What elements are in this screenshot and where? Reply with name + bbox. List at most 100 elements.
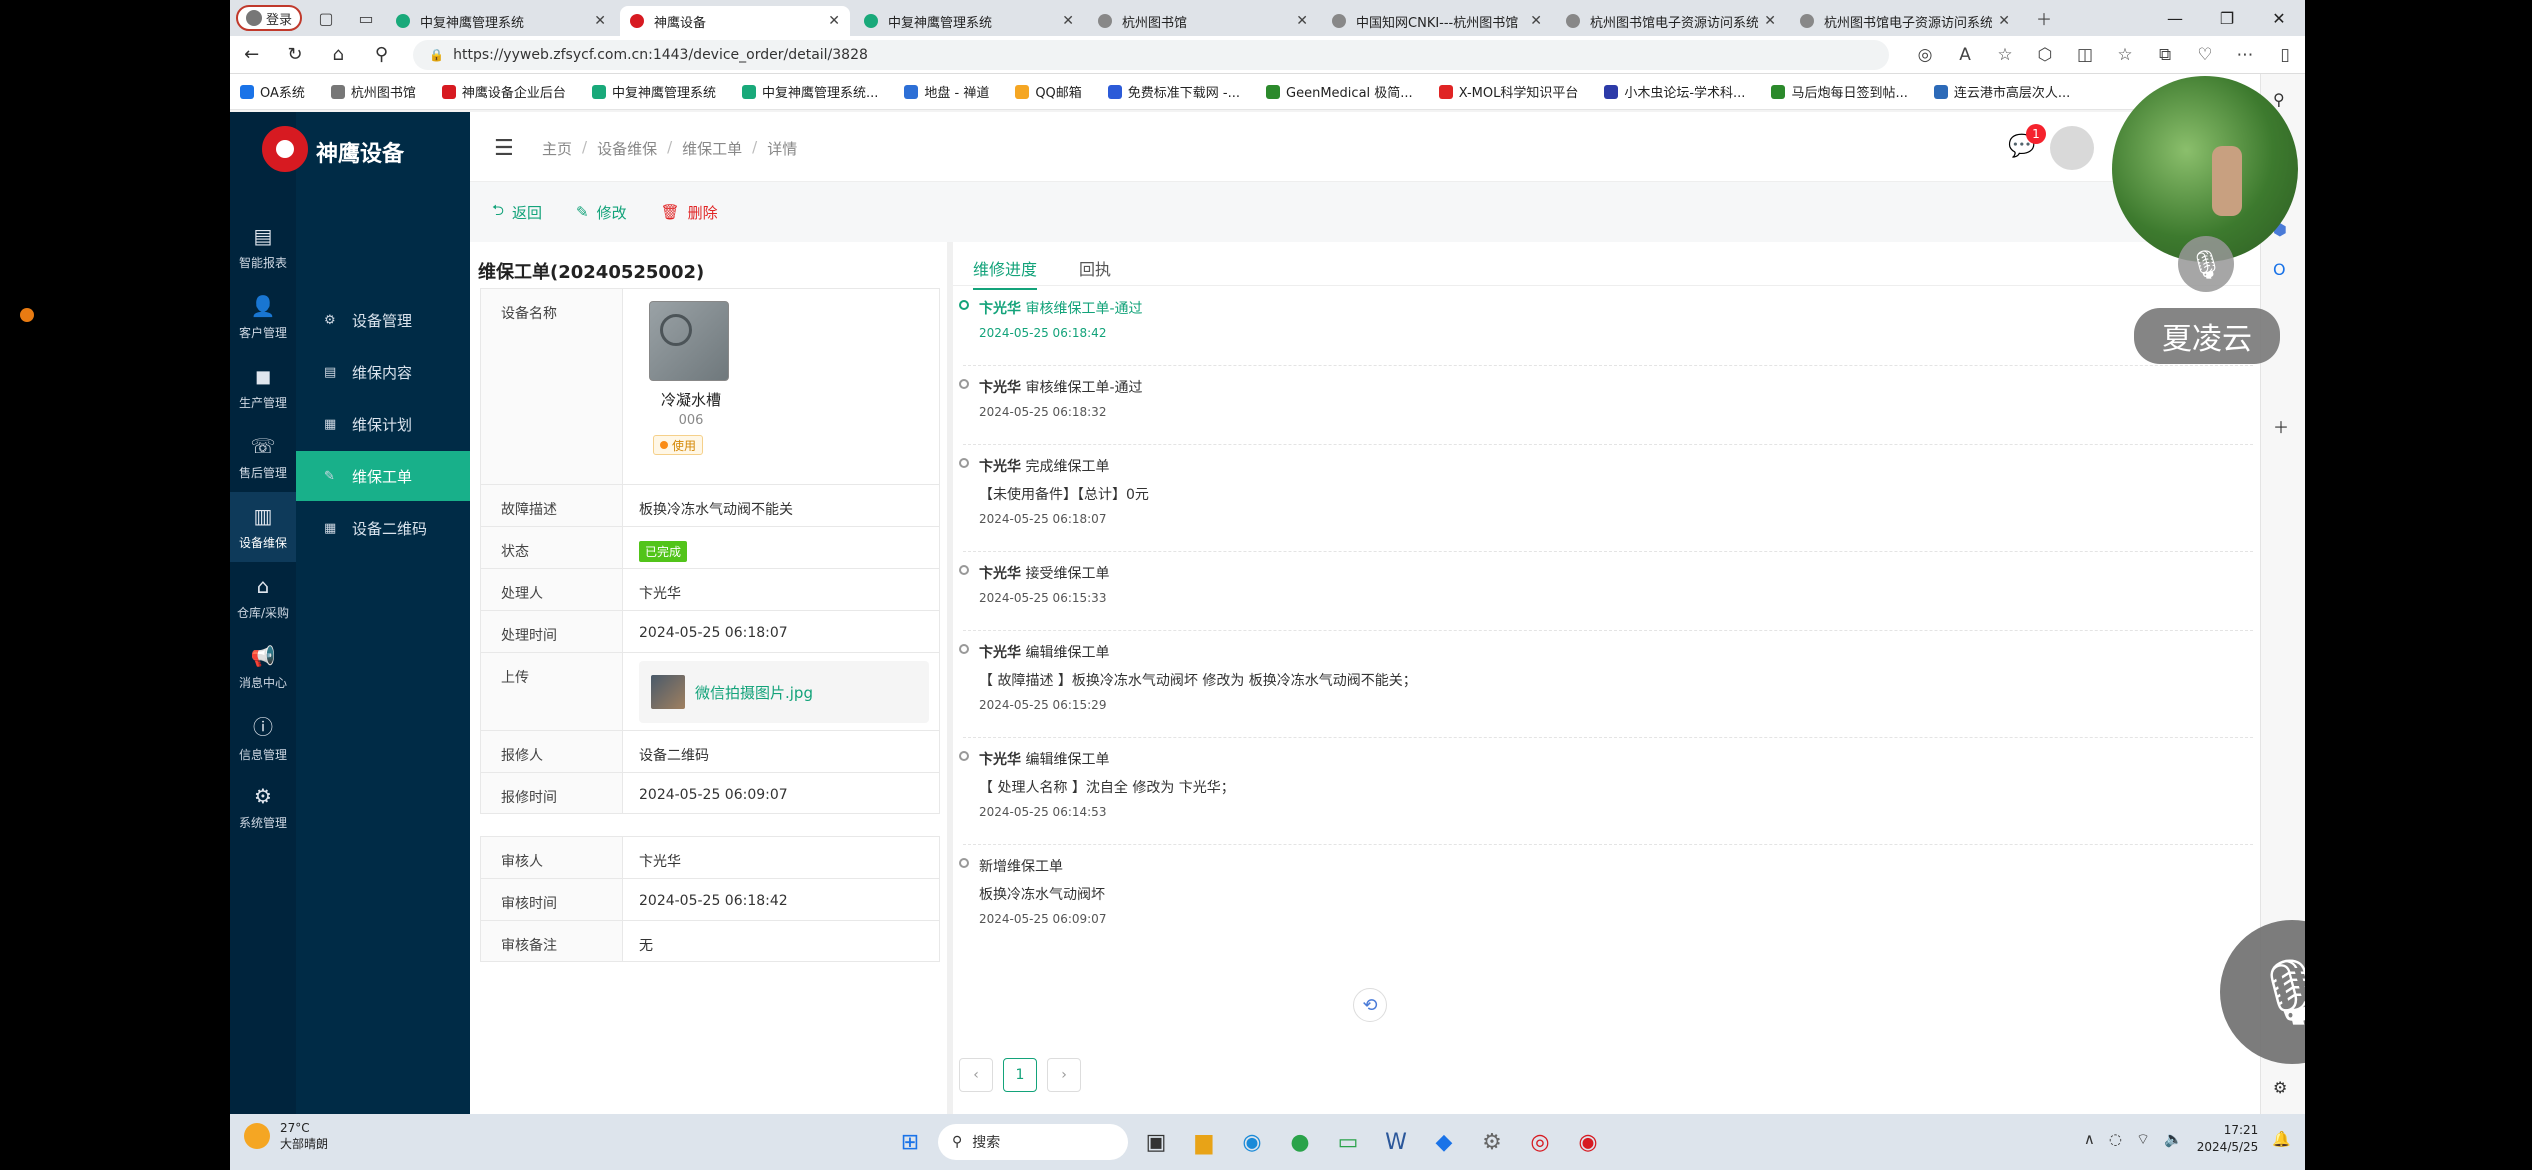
sidebar-settings-icon[interactable]: ⚙: [2273, 1078, 2287, 1097]
refresh-icon[interactable]: ⟲: [1353, 988, 1387, 1022]
rail-item[interactable]: ⚙ 系统管理: [230, 772, 296, 842]
rail-item[interactable]: ▤ 智能报表: [230, 212, 296, 282]
file-explorer-icon[interactable]: ▆: [1184, 1122, 1224, 1162]
tab-actions-icon[interactable]: ▭: [350, 5, 382, 31]
favorite-star-icon[interactable]: ☆: [1985, 45, 2025, 65]
avatar[interactable]: [2050, 126, 2094, 170]
minimize-icon[interactable]: —: [2149, 0, 2201, 36]
submenu-item[interactable]: ✎ 维保工单: [296, 451, 470, 501]
notification-bell-icon[interactable]: 🔔: [2272, 1130, 2291, 1148]
workspaces-icon[interactable]: ▢: [310, 5, 342, 31]
weather-widget[interactable]: 27°C 大部晴朗: [244, 1120, 328, 1152]
browser-tab[interactable]: 杭州图书馆 ✕: [1088, 6, 1318, 36]
file-name-link[interactable]: 微信拍摄图片.jpg: [695, 682, 813, 703]
rail-item[interactable]: ▥ 设备维保: [230, 492, 296, 562]
menu-fold-icon[interactable]: ☰: [494, 136, 514, 161]
clock[interactable]: 17:21 2024/5/25: [2197, 1122, 2259, 1156]
wifi-icon[interactable]: ⌔: [2136, 1130, 2150, 1149]
device-image[interactable]: [649, 301, 729, 381]
chevron-up-icon[interactable]: ∧: [2084, 1130, 2095, 1148]
submenu-item[interactable]: ▦ 维保计划: [296, 399, 470, 449]
network-icon[interactable]: ◌: [2109, 1130, 2122, 1148]
rail-item[interactable]: 📢 消息中心: [230, 632, 296, 702]
browser-tab[interactable]: 杭州图书馆电子资源访问系统 ✕: [1556, 6, 1786, 36]
back-button[interactable]: ⮌ 返回: [492, 200, 542, 225]
prev-page-button[interactable]: ‹: [959, 1058, 993, 1092]
submenu-item[interactable]: ▤ 维保内容: [296, 347, 470, 397]
wechat-icon[interactable]: ●: [1280, 1122, 1320, 1162]
volume-icon[interactable]: 🔈: [2164, 1130, 2183, 1148]
performance-icon[interactable]: ♡: [2185, 45, 2225, 65]
browser-tab[interactable]: 中复神鹰管理系统 ✕: [386, 6, 616, 36]
restore-icon[interactable]: ❐: [2201, 0, 2253, 36]
sidebar-toggle-icon[interactable]: ▯: [2265, 45, 2305, 65]
monitor-icon[interactable]: ▭: [1328, 1122, 1368, 1162]
add-sidebar-icon[interactable]: ＋: [2273, 414, 2289, 438]
word-icon[interactable]: W: [1376, 1122, 1416, 1162]
taskbar-search[interactable]: ⚲ 搜索: [938, 1124, 1128, 1160]
browser-tab[interactable]: 杭州图书馆电子资源访问系统 ✕: [1790, 6, 2020, 36]
app-red-icon[interactable]: ◎: [1520, 1122, 1560, 1162]
browser-tab[interactable]: 中复神鹰管理系统 ✕: [854, 6, 1084, 36]
tab-close-icon[interactable]: ✕: [1530, 13, 1542, 29]
more-icon[interactable]: ⋯: [2225, 45, 2265, 65]
tab-close-icon[interactable]: ✕: [1998, 13, 2010, 29]
bookmark-item[interactable]: 马后炮每日签到帖...: [1771, 82, 1908, 101]
breadcrumb-item[interactable]: 维保工单: [682, 138, 742, 159]
url-field[interactable]: https://yyweb.zfsycf.com.cn:1443/device_…: [413, 39, 1890, 70]
tab-close-icon[interactable]: ✕: [1062, 13, 1074, 29]
tab-close-icon[interactable]: ✕: [1296, 13, 1308, 29]
submenu-item[interactable]: ▦ 设备二维码: [296, 503, 470, 553]
edge-icon[interactable]: ◉: [1232, 1122, 1272, 1162]
tab-close-icon[interactable]: ✕: [1764, 13, 1776, 29]
tab-close-icon[interactable]: ✕: [594, 13, 606, 29]
bookmark-item[interactable]: 小木虫论坛-学术科...: [1604, 82, 1745, 101]
bookmark-item[interactable]: 杭州图书馆: [330, 82, 416, 101]
next-page-button[interactable]: ›: [1047, 1058, 1081, 1092]
submenu-item[interactable]: ⚙ 设备管理: [296, 295, 470, 345]
read-aloud-icon[interactable]: A: [1945, 45, 1985, 65]
page-number[interactable]: 1: [1003, 1058, 1037, 1092]
edit-button[interactable]: ✎ 修改: [576, 202, 627, 223]
task-view-icon[interactable]: ▣: [1136, 1122, 1176, 1162]
app-icon[interactable]: ◆: [1424, 1122, 1464, 1162]
bookmark-item[interactable]: 连云港市高层次人...: [1933, 82, 2070, 101]
outlook-icon[interactable]: O: [2273, 260, 2286, 279]
mic-icon[interactable]: 🎙: [2178, 236, 2234, 292]
back-icon[interactable]: ←: [230, 39, 273, 71]
sidebar-search-icon[interactable]: ⚲: [2273, 90, 2285, 109]
bookmark-item[interactable]: 免费标准下载网 -...: [1107, 82, 1240, 101]
tab-progress[interactable]: 维修进度: [973, 256, 1038, 290]
settings-icon[interactable]: ⚙: [1472, 1122, 1512, 1162]
search-icon[interactable]: ⚲: [360, 39, 403, 71]
extensions-icon[interactable]: ⬡: [2025, 45, 2065, 65]
breadcrumb-item[interactable]: 主页: [542, 138, 572, 159]
location-icon[interactable]: ◎: [1905, 45, 1945, 65]
split-screen-icon[interactable]: ◫: [2065, 45, 2105, 65]
bookmark-item[interactable]: OA系统: [240, 82, 305, 101]
home-icon[interactable]: ⌂: [317, 39, 360, 71]
rail-item[interactable]: ☏ 售后管理: [230, 422, 296, 492]
delete-button[interactable]: 🗑 删除: [661, 202, 718, 223]
bookmark-item[interactable]: 中复神鹰管理系统...: [741, 82, 878, 101]
close-window-icon[interactable]: ✕: [2253, 0, 2305, 36]
new-tab-icon[interactable]: ＋: [2028, 5, 2060, 31]
bookmark-item[interactable]: 神鹰设备企业后台: [441, 82, 566, 101]
app-red2-icon[interactable]: ◉: [1568, 1122, 1608, 1162]
bookmark-item[interactable]: 地盘 - 禅道: [904, 82, 989, 101]
file-attachment[interactable]: 微信拍摄图片.jpg: [639, 661, 929, 723]
rail-item[interactable]: 👤 客户管理: [230, 282, 296, 352]
bookmark-item[interactable]: QQ邮箱: [1015, 82, 1082, 101]
tab-close-icon[interactable]: ✕: [828, 13, 840, 29]
bookmark-item[interactable]: X-MOL科学知识平台: [1438, 82, 1578, 101]
profile-button[interactable]: 登录: [236, 5, 303, 31]
rail-item[interactable]: ⌂ 仓库/采购: [230, 562, 296, 632]
start-icon[interactable]: ⊞: [890, 1122, 930, 1162]
browser-tab[interactable]: 中国知网CNKI---杭州图书馆 ✕: [1322, 6, 1552, 36]
browser-tab[interactable]: 神鹰设备 ✕: [620, 6, 851, 36]
breadcrumb-item[interactable]: 设备维保: [597, 138, 657, 159]
bookmark-item[interactable]: GeenMedical 极简...: [1266, 82, 1413, 101]
bookmark-item[interactable]: 中复神鹰管理系统: [591, 82, 716, 101]
collections-icon[interactable]: ⧉: [2145, 45, 2185, 65]
rail-item[interactable]: ◼ 生产管理: [230, 352, 296, 422]
